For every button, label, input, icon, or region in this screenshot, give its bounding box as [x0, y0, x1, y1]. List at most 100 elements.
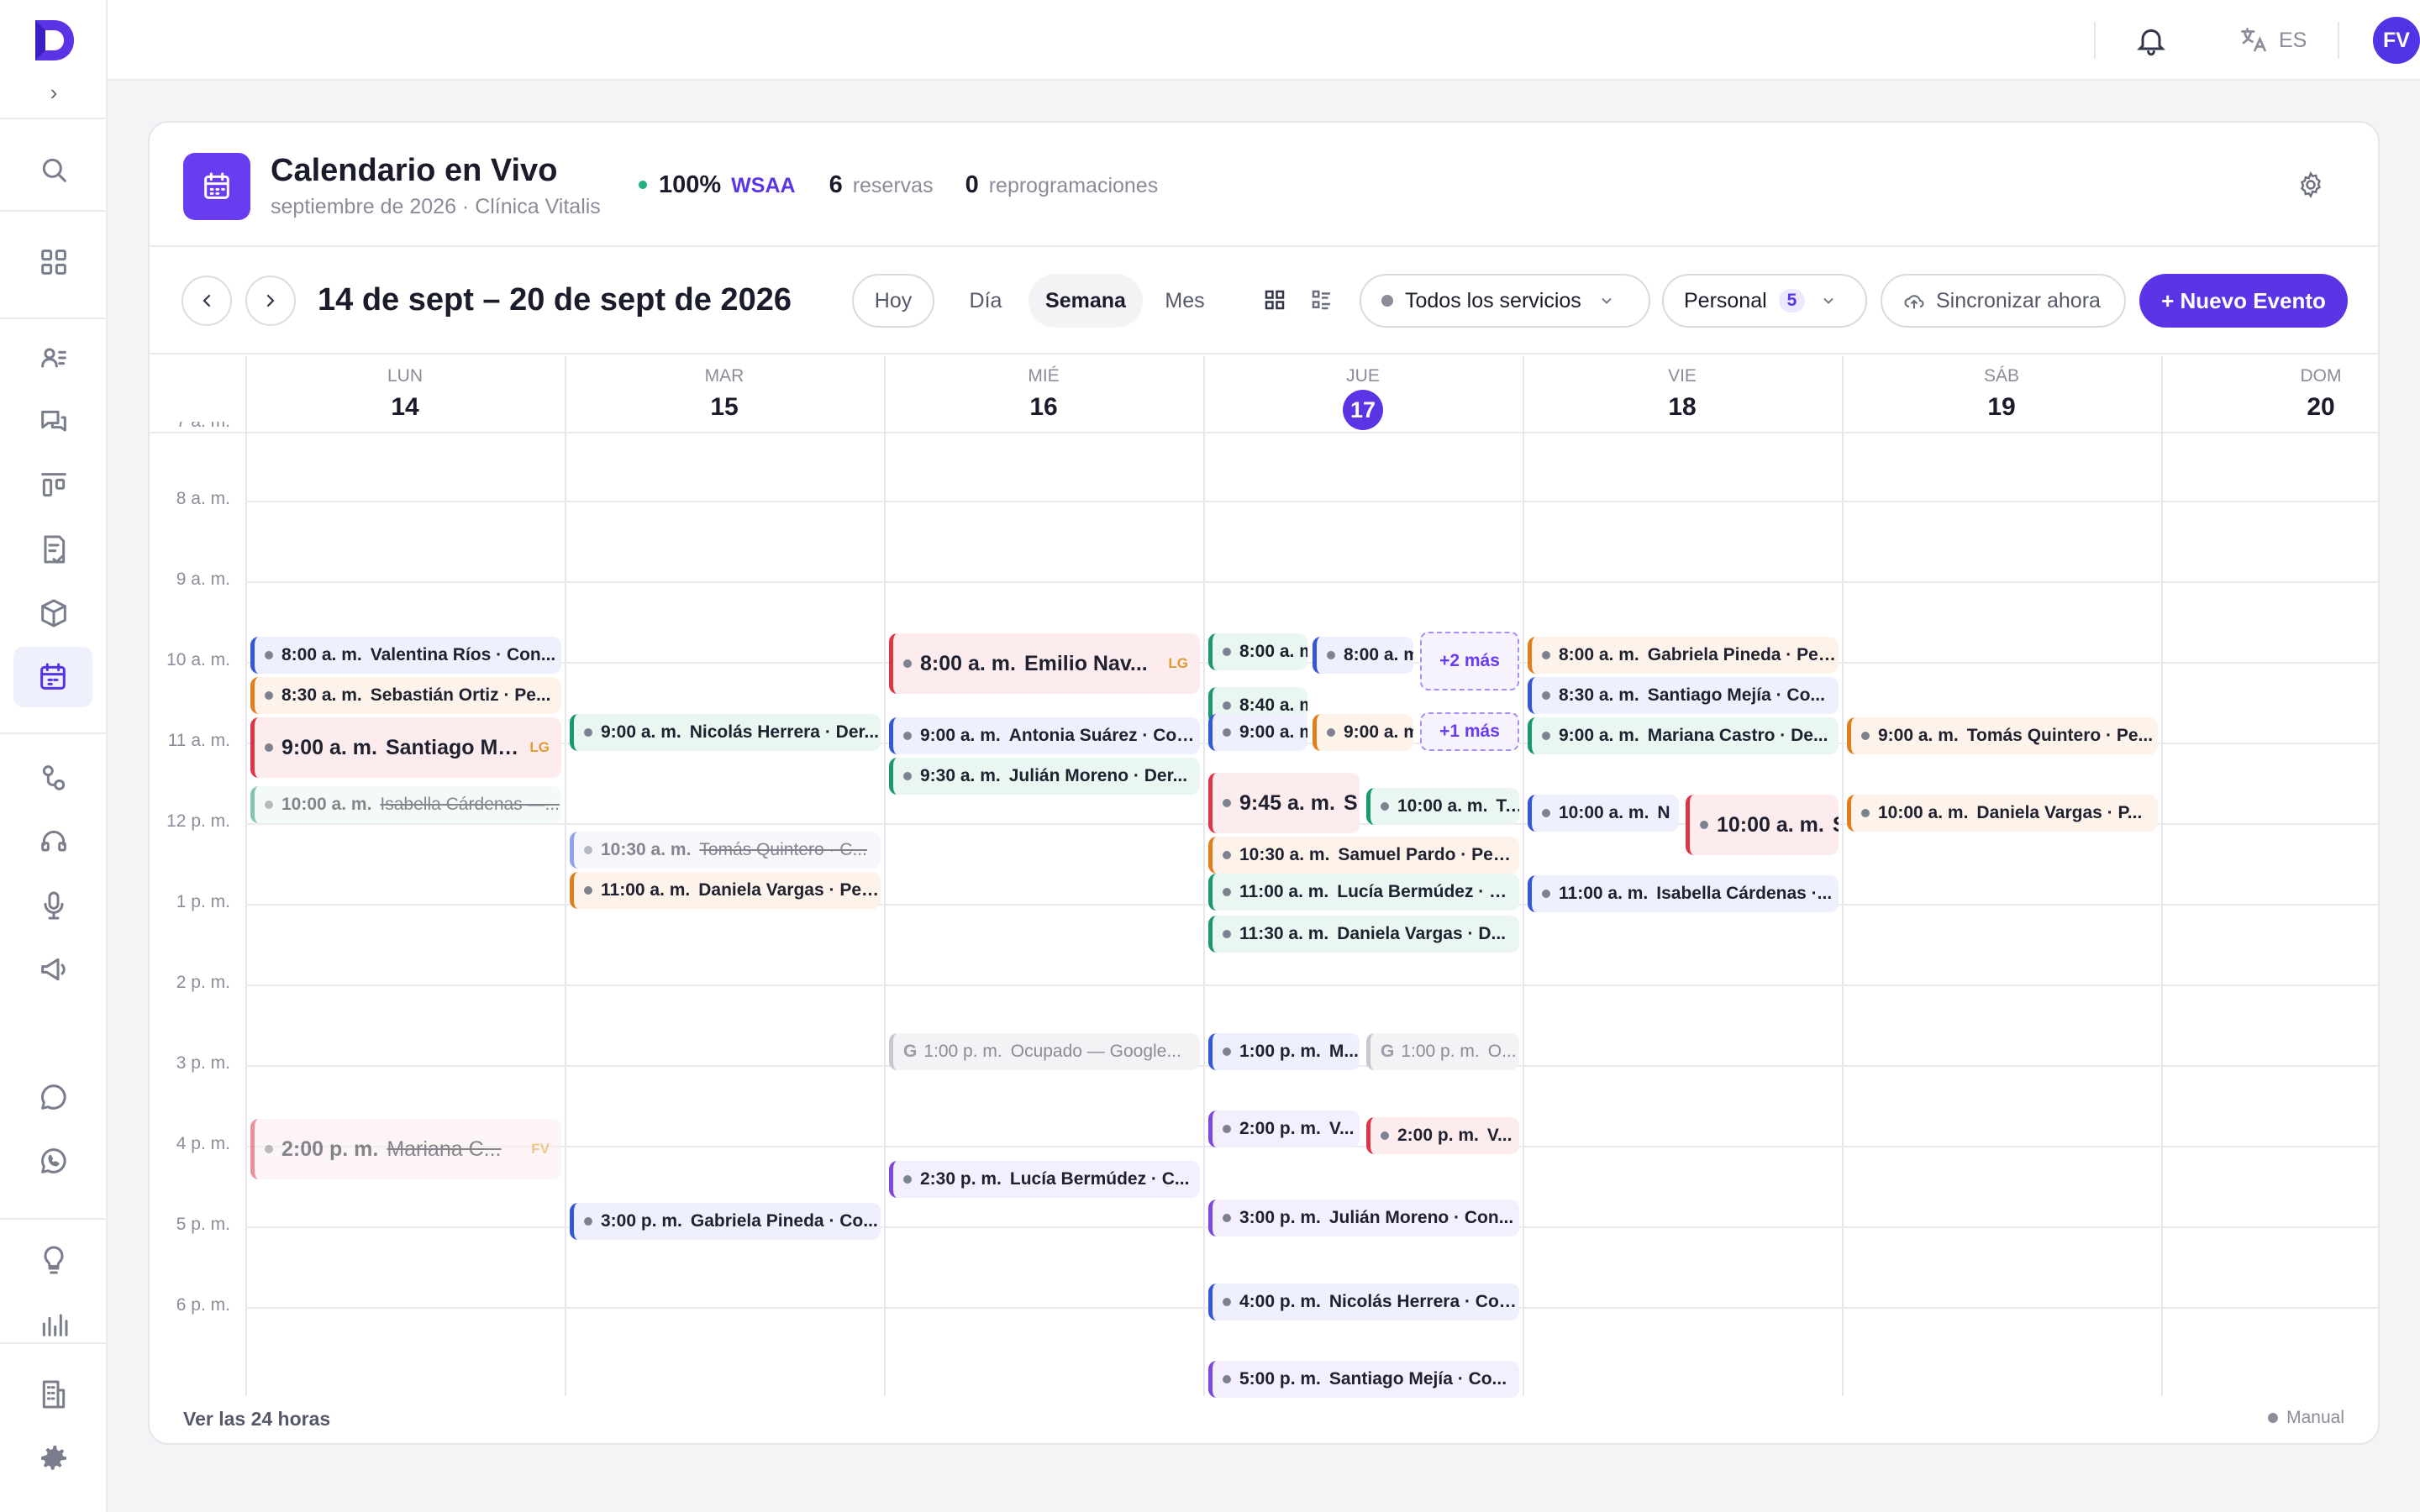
view-week-tab[interactable]: Semana: [1028, 274, 1143, 328]
automations-icon[interactable]: [30, 754, 77, 801]
next-week-button[interactable]: [245, 276, 296, 326]
sidebar-divider: [0, 210, 108, 212]
calendar-event[interactable]: 9:00 a. m. Santiago Mej... LG: [250, 717, 561, 778]
event-title: Gabriela Pineda · Co...: [690, 1211, 878, 1231]
more-events-button[interactable]: +2 más: [1420, 632, 1519, 690]
hour-label: 4 p. m.: [176, 1134, 230, 1153]
calendar-event[interactable]: 2:00 p. m. V...: [1208, 1110, 1360, 1147]
user-avatar[interactable]: FV: [2373, 17, 2420, 64]
whatsapp-icon[interactable]: [30, 1137, 77, 1184]
expand-sidebar-icon[interactable]: ›: [44, 80, 64, 105]
sync-button[interactable]: Sincronizar ahora: [1881, 274, 2126, 328]
calendar-event[interactable]: 10:00 a. m. N: [1528, 795, 1679, 832]
view-day-tab[interactable]: Día: [956, 274, 1015, 328]
event-dot: [265, 743, 273, 752]
day-header[interactable]: SÁB 19: [1842, 356, 2161, 433]
event-title: Sebastián Ortiz · Pe...: [370, 685, 551, 705]
calendar-event[interactable]: 9:00 a. m. Mariana Castro · De...: [1528, 717, 1839, 754]
day-header[interactable]: DOM 20: [2161, 356, 2378, 433]
calendar-event[interactable]: G 1:00 p. m. Ocupado — Google...: [889, 1033, 1200, 1070]
calendar-event[interactable]: 8:00 a. m.: [1313, 637, 1413, 674]
event-title: Daniela Vargas · Pedi...: [698, 880, 881, 900]
calendar-event[interactable]: 4:00 p. m. Nicolás Herrera · Con...: [1208, 1284, 1519, 1320]
language-selector[interactable]: ES: [2279, 25, 2307, 55]
translate-icon[interactable]: [2238, 25, 2269, 55]
calendar-event[interactable]: 11:00 a. m. Isabella Cárdenas ·...: [1528, 875, 1839, 912]
calendar-event[interactable]: 9:45 a. m. Se...: [1208, 773, 1360, 833]
calendar-event[interactable]: 9:00 a. m.: [1313, 714, 1413, 751]
dashboard-grid-icon[interactable]: [30, 239, 77, 286]
view-month-tab[interactable]: Mes: [1155, 274, 1215, 328]
staff-filter[interactable]: Personal 5: [1662, 274, 1867, 328]
calendar-event[interactable]: 8:00 a. m. Emilio Nav... LG: [889, 633, 1200, 694]
today-button[interactable]: Hoy: [852, 274, 934, 328]
pipeline-icon[interactable]: [30, 462, 77, 509]
more-events-button[interactable]: +1 más: [1420, 712, 1519, 751]
calendar-event[interactable]: 9:00 a. m.: [1208, 714, 1307, 751]
services-filter[interactable]: Todos los servicios: [1360, 274, 1650, 328]
calendar-toolbar: 14 de sept – 20 de sept de 2026 Hoy Día …: [150, 249, 2378, 354]
bell-icon[interactable]: [2134, 24, 2168, 57]
calendar-event[interactable]: 10:00 a. m. T...: [1366, 788, 1519, 825]
calendar-event[interactable]: 1:00 p. m. M...: [1208, 1033, 1360, 1070]
lightbulb-icon[interactable]: [30, 1236, 77, 1284]
day-header[interactable]: MAR 15: [565, 356, 884, 433]
app-logo[interactable]: [27, 13, 81, 67]
topbar-divider: [2338, 22, 2339, 59]
calendar-event[interactable]: 5:00 p. m. Santiago Mejía · Co...: [1208, 1361, 1519, 1398]
calendar-settings-icon[interactable]: [2296, 170, 2326, 200]
analytics-icon[interactable]: [30, 1300, 77, 1347]
settings-gear-icon[interactable]: [30, 1435, 77, 1482]
calendar-event[interactable]: 10:00 a. m. S...: [1686, 795, 1839, 855]
calendar-event[interactable]: 9:00 a. m. Antonia Suárez · Cons...: [889, 717, 1200, 754]
sidebar: ›: [0, 0, 108, 1512]
microphone-icon[interactable]: [30, 882, 77, 929]
prev-week-button[interactable]: [182, 276, 232, 326]
calendar-event[interactable]: 3:00 p. m. Julián Moreno · Con...: [1208, 1200, 1519, 1236]
support-agent-icon[interactable]: [30, 818, 77, 865]
calendar-event[interactable]: 8:30 a. m. Sebastián Ortiz · Pe...: [250, 677, 561, 714]
calendar-event[interactable]: 8:00 a. m.: [1208, 633, 1307, 670]
calendar-event[interactable]: 2:30 p. m. Lucía Bermúdez · C...: [889, 1161, 1200, 1198]
show-24-hours-link[interactable]: Ver las 24 horas: [183, 1408, 330, 1431]
calendar-event[interactable]: 8:30 a. m. Santiago Mejía · Co...: [1528, 677, 1839, 714]
day-header[interactable]: VIE 18: [1523, 356, 1842, 433]
calendar-event[interactable]: G 1:00 p. m. O...: [1366, 1033, 1519, 1070]
grid-view-icon[interactable]: [1262, 287, 1287, 312]
search-icon[interactable]: [30, 146, 77, 193]
calendar-event[interactable]: 11:30 a. m. Daniela Vargas · D...: [1208, 916, 1519, 953]
calendar-event[interactable]: 2:00 p. m. Mariana C... FV: [250, 1119, 561, 1179]
calendar-nav-icon[interactable]: [13, 647, 92, 707]
calendar-event[interactable]: 10:00 a. m. Isabella Cárdenas —...: [250, 786, 561, 823]
services-filter-label: Todos los servicios: [1405, 288, 1581, 312]
calendar-event[interactable]: 9:30 a. m. Julián Moreno · Der...: [889, 758, 1200, 795]
calendar-event[interactable]: 10:00 a. m. Daniela Vargas · P...: [1847, 795, 2158, 832]
contacts-icon[interactable]: [30, 334, 77, 381]
event-title: Lucía Bermúdez · De...: [1337, 882, 1519, 901]
calendar-event[interactable]: 8:00 a. m. Gabriela Pineda · Pedi...: [1528, 637, 1839, 674]
day-header[interactable]: MIÉ 16: [884, 356, 1203, 433]
event-dot: [1223, 648, 1231, 656]
calendar-event[interactable]: 10:30 a. m. Samuel Pardo · Pedia...: [1208, 837, 1519, 874]
megaphone-icon[interactable]: [30, 946, 77, 993]
new-event-button[interactable]: + Nuevo Evento: [2139, 274, 2348, 328]
calendar-event[interactable]: 9:00 a. m. Nicolás Herrera · Der...: [570, 714, 881, 751]
event-time: 8:00 a. m.: [920, 651, 1016, 675]
calendar-event[interactable]: 10:30 a. m. Tomás Quintero · C...: [570, 832, 881, 869]
list-view-icon[interactable]: [1309, 287, 1334, 312]
calendar-event[interactable]: 8:00 a. m. Valentina Ríos · Con...: [250, 637, 561, 674]
calendar-event[interactable]: 11:00 a. m. Lucía Bermúdez · De...: [1208, 874, 1519, 911]
calendar-event[interactable]: 3:00 p. m. Gabriela Pineda · Co...: [570, 1203, 881, 1240]
building-icon[interactable]: [30, 1371, 77, 1418]
calendar-event[interactable]: 2:00 p. m. V...: [1366, 1117, 1519, 1154]
day-header[interactable]: LUN 14: [245, 356, 565, 433]
products-icon[interactable]: [30, 590, 77, 637]
calendar-event[interactable]: 11:00 a. m. Daniela Vargas · Pedi...: [570, 872, 881, 909]
day-header[interactable]: JUE 17: [1203, 356, 1523, 433]
calendar-event[interactable]: 9:00 a. m. Tomás Quintero · Pe...: [1847, 717, 2158, 754]
event-dot: [1223, 728, 1231, 737]
forms-icon[interactable]: [30, 526, 77, 573]
chat-bubble-icon[interactable]: [30, 1074, 77, 1121]
status-dot: [2268, 1413, 2279, 1423]
conversations-icon[interactable]: [30, 398, 77, 445]
